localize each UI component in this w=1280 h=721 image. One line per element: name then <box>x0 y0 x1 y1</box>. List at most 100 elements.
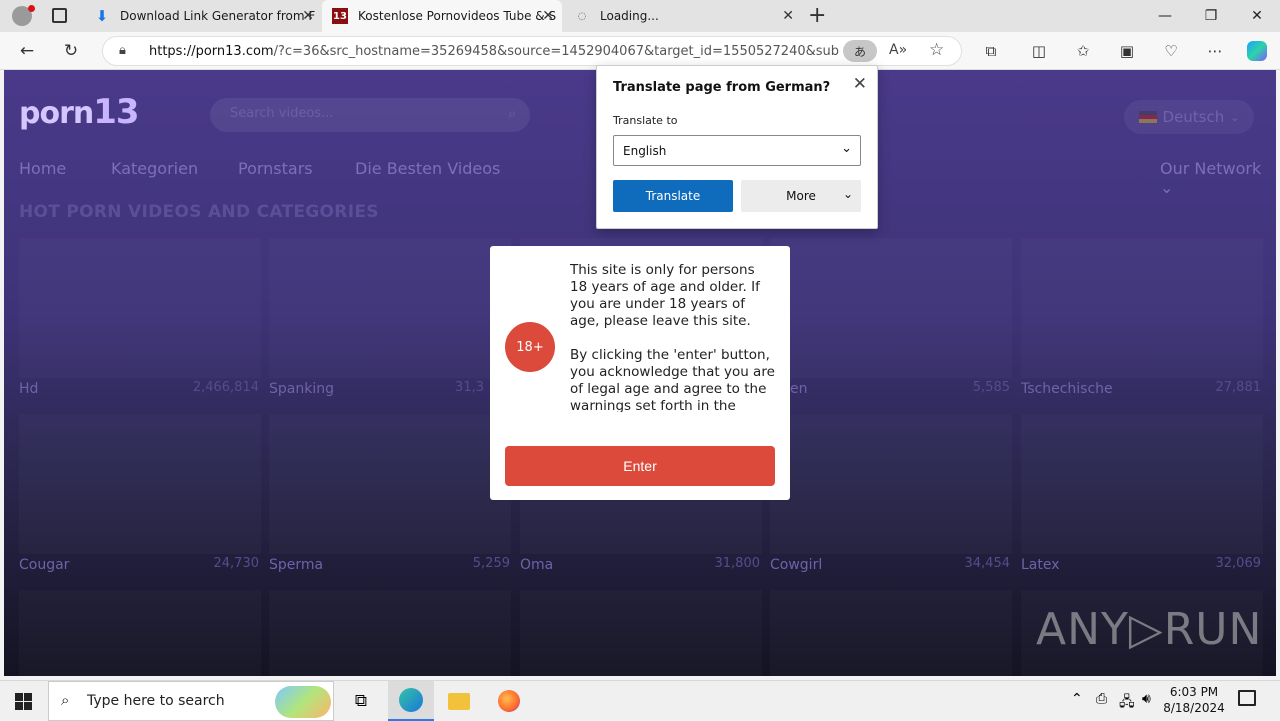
tab-actions-icon[interactable] <box>52 8 67 23</box>
translate-icon[interactable]: あ <box>843 40 877 62</box>
age-verification-modal: 18+ This site is only for persons 18 yea… <box>490 246 790 500</box>
category-card[interactable] <box>19 238 261 378</box>
category-count: 31,3 <box>455 380 484 395</box>
browser-essentials-icon[interactable]: ♡ <box>1156 36 1186 66</box>
refresh-button[interactable]: ↻ <box>56 36 86 66</box>
search-highlight-icon <box>275 686 331 718</box>
category-name[interactable]: Sperma <box>269 557 323 573</box>
site-favicon-icon: 13 <box>332 8 348 24</box>
taskbar: ⌕ Type here to search ⧉ ⌃ ⎙ 🖧︎ 🔊︎ 6:03 P… <box>0 680 1280 721</box>
tab-title: Download Link Generator from F <box>120 9 316 23</box>
nav-pornstars[interactable]: Pornstars <box>238 159 313 178</box>
category-card[interactable] <box>19 414 261 554</box>
category-name[interactable]: en <box>790 381 808 397</box>
category-count: 31,800 <box>714 556 761 571</box>
back-button[interactable]: ← <box>12 36 42 66</box>
windows-start-icon[interactable] <box>0 681 46 721</box>
taskbar-search-placeholder: Type here to search <box>87 693 225 709</box>
anyrun-watermark: ANY▷RUN <box>1036 604 1263 655</box>
favorites-icon[interactable]: ✩ <box>1068 36 1098 66</box>
split-screen-icon[interactable]: ◫ <box>1024 36 1054 66</box>
category-card[interactable] <box>19 590 261 676</box>
category-card[interactable] <box>770 238 1012 378</box>
close-icon[interactable]: ✕ <box>853 74 867 94</box>
tab-loading[interactable]: ◌ Loading... ✕ <box>564 0 802 32</box>
close-window-button[interactable]: ✕ <box>1234 0 1280 32</box>
nav-best-videos[interactable]: Die Besten Videos <box>355 159 500 178</box>
collections-icon[interactable]: ▣ <box>1112 36 1142 66</box>
nav-home[interactable]: Home <box>19 159 66 178</box>
close-tab-icon[interactable]: ✕ <box>782 8 794 24</box>
close-tab-icon[interactable]: ✕ <box>302 8 314 24</box>
more-button[interactable]: More ⌄ <box>741 180 861 212</box>
file-explorer-icon[interactable] <box>436 681 482 721</box>
category-count: 24,730 <box>213 556 260 571</box>
category-card[interactable] <box>269 238 511 378</box>
volume-icon[interactable]: 🔊︎ <box>1142 691 1151 707</box>
notifications-icon[interactable] <box>1238 690 1256 706</box>
category-card[interactable] <box>269 414 511 554</box>
extensions-icon[interactable]: ⧉ <box>976 36 1006 66</box>
translate-to-label: Translate to <box>613 114 678 127</box>
category-count: 27,881 <box>1215 380 1262 395</box>
chevron-down-icon: ⌄ <box>841 141 852 156</box>
category-card[interactable] <box>770 590 1012 676</box>
more-label: More <box>786 189 816 203</box>
lock-icon[interactable]: 🔒︎ <box>119 43 126 58</box>
more-menu-icon[interactable]: ⋯ <box>1200 36 1230 66</box>
site-search-input[interactable]: Search videos... ⌕ <box>210 98 530 132</box>
german-flag-icon <box>1138 111 1157 123</box>
minimize-button[interactable]: — <box>1142 0 1188 32</box>
age-warning-text: This site is only for persons 18 years o… <box>570 262 775 412</box>
search-icon: ⌕ <box>61 691 70 709</box>
category-name[interactable]: Oma <box>520 557 553 573</box>
search-placeholder: Search videos... <box>230 106 334 121</box>
category-card[interactable] <box>770 414 1012 554</box>
nav-kategorien[interactable]: Kategorien <box>111 159 198 178</box>
taskbar-search-input[interactable]: ⌕ Type here to search <box>48 681 334 721</box>
system-clock[interactable]: 6:03 PM 8/18/2024 <box>1162 684 1226 716</box>
category-name[interactable]: Hd <box>19 381 38 397</box>
translate-button[interactable]: Translate <box>613 180 733 212</box>
site-logo[interactable]: porn13 <box>19 92 140 132</box>
chevron-up-icon[interactable]: ⌃ <box>1071 691 1083 707</box>
category-name[interactable]: Spanking <box>269 381 334 397</box>
category-count: 32,069 <box>1215 556 1262 571</box>
favorite-star-icon[interactable]: ☆ <box>929 40 944 60</box>
copilot-icon[interactable] <box>1242 36 1272 66</box>
age-warning-paragraph-1: This site is only for persons 18 years o… <box>570 262 760 329</box>
category-card[interactable] <box>1021 238 1263 378</box>
enter-button[interactable]: Enter <box>505 446 775 486</box>
category-count: 34,454 <box>964 556 1011 571</box>
task-view-icon[interactable]: ⧉ <box>338 681 384 721</box>
category-card[interactable] <box>520 590 762 676</box>
category-card[interactable] <box>1021 414 1263 554</box>
category-card[interactable] <box>269 590 511 676</box>
chevron-down-icon: ⌄ <box>842 187 853 201</box>
tab-porn13[interactable]: 13 Kostenlose Pornovideos Tube & S ✕ <box>322 0 562 32</box>
nav-our-network[interactable]: Our Network ⌄ <box>1160 159 1276 197</box>
category-count: 5,585 <box>972 380 1010 395</box>
category-name[interactable]: Tschechische <box>1021 381 1113 397</box>
target-language-select[interactable]: English ⌄ <box>613 135 861 166</box>
device-icon[interactable]: ⎙ <box>1096 691 1107 707</box>
network-icon[interactable]: 🖧︎ <box>1119 691 1135 715</box>
tab-bar: ⬇ Download Link Generator from F ✕ 13 Ko… <box>0 0 1280 32</box>
edge-browser-icon[interactable] <box>388 681 434 721</box>
firefox-icon[interactable] <box>486 681 532 721</box>
tab-title: Loading... <box>600 9 659 23</box>
category-name[interactable]: Cougar <box>19 557 69 573</box>
category-name[interactable]: Latex <box>1021 557 1060 573</box>
new-tab-button[interactable]: + <box>808 3 826 28</box>
download-icon: ⬇ <box>95 7 109 25</box>
tab-download-link[interactable]: ⬇ Download Link Generator from F ✕ <box>84 0 322 32</box>
language-selector[interactable]: Deutsch ⌄ <box>1124 100 1254 134</box>
section-heading: HOT PORN VIDEOS AND CATEGORIES <box>19 202 379 222</box>
address-bar[interactable]: 🔒︎ https://porn13.com/?c=36&src_hostname… <box>102 36 962 66</box>
search-icon[interactable]: ⌕ <box>508 106 516 122</box>
read-aloud-icon[interactable]: A» <box>889 42 907 58</box>
category-name[interactable]: Cowgirl <box>770 557 822 573</box>
close-tab-icon[interactable]: ✕ <box>542 8 554 24</box>
category-count: 2,466,814 <box>192 380 259 395</box>
restore-button[interactable]: ❐ <box>1188 0 1234 32</box>
